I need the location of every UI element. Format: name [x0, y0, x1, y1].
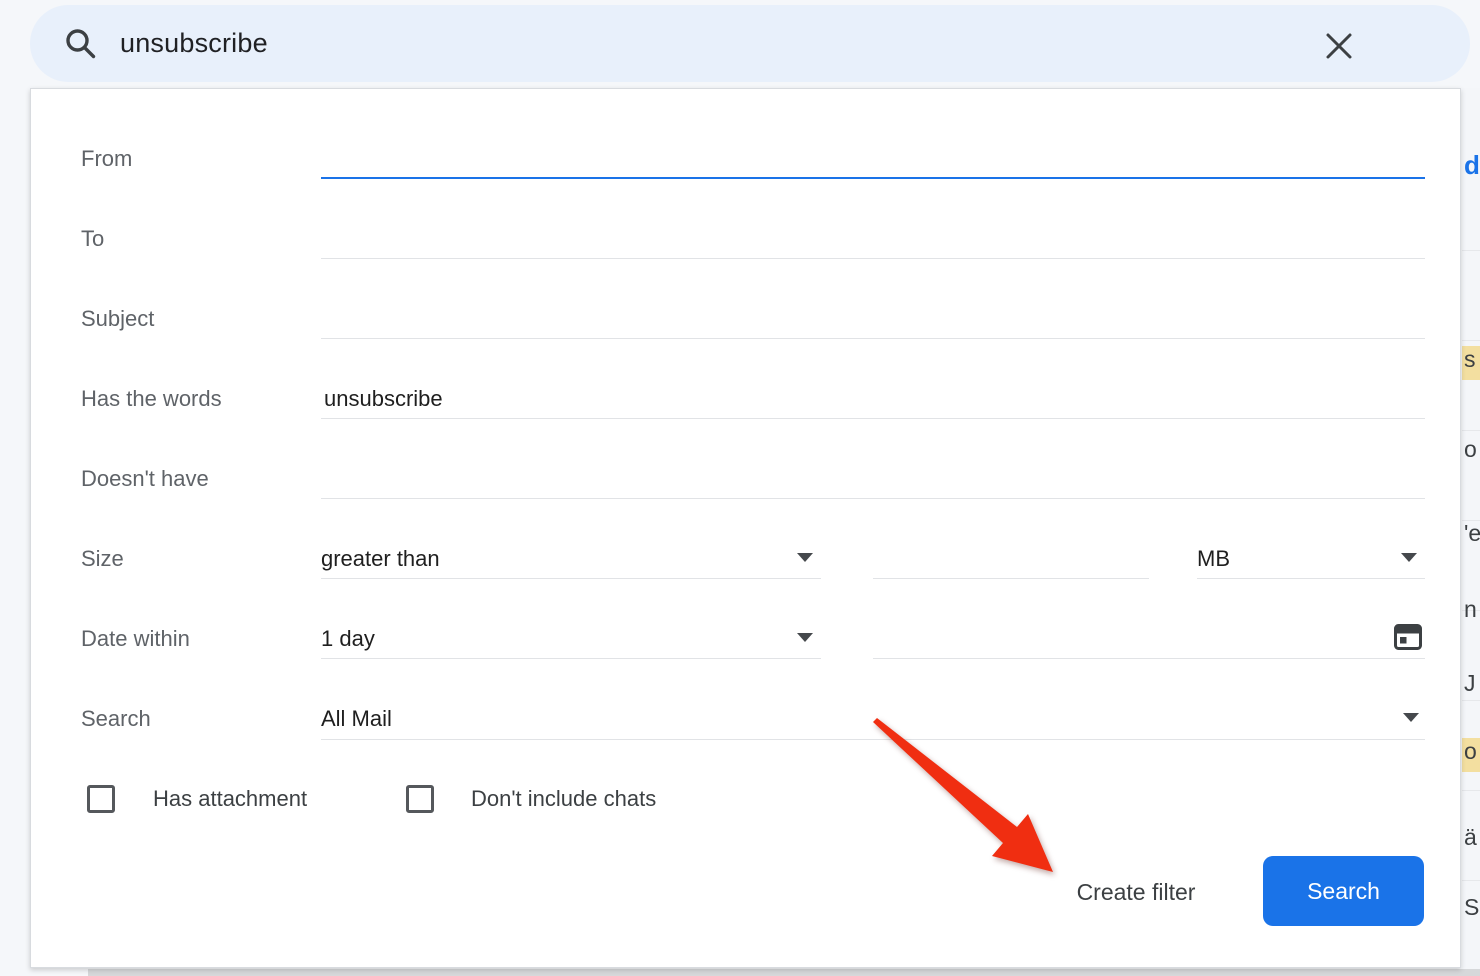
size-unit-value: MB — [1197, 546, 1230, 572]
date-range-underline — [321, 658, 821, 659]
dont-include-chats-checkbox[interactable] — [406, 785, 434, 813]
clipped-text-fragment: ä — [1464, 824, 1477, 851]
has-words-underline — [321, 418, 1425, 419]
subject-label: Subject — [81, 306, 154, 332]
to-label: To — [81, 226, 104, 252]
search-input[interactable]: unsubscribe — [120, 28, 1470, 59]
divider — [1462, 880, 1480, 881]
clipped-text-fragment: o — [1464, 436, 1477, 463]
search-scope-value: All Mail — [321, 706, 392, 732]
clipped-text-fragment: n — [1464, 596, 1477, 623]
subject-underline — [321, 338, 1425, 339]
size-amount-underline — [873, 578, 1149, 579]
from-label: From — [81, 146, 132, 172]
size-comparator-value: greater than — [321, 546, 440, 572]
has-attachment-label[interactable]: Has attachment — [153, 786, 307, 812]
divider — [1462, 790, 1480, 791]
size-comparator-select[interactable]: greater than — [321, 529, 821, 585]
date-range-value: 1 day — [321, 626, 375, 652]
clipped-text-fragment: S — [1464, 894, 1479, 921]
date-input[interactable] — [873, 609, 1425, 665]
search-icon[interactable] — [64, 27, 98, 61]
mail-search-bar[interactable]: unsubscribe — [30, 5, 1470, 82]
clipped-link-text: d — [1464, 150, 1480, 181]
to-underline — [321, 258, 1425, 259]
chevron-down-icon — [1403, 713, 1419, 722]
has-words-label: Has the words — [81, 386, 222, 412]
divider — [1462, 340, 1480, 341]
chevron-down-icon — [797, 633, 813, 642]
window-bottom-edge — [88, 969, 1480, 976]
close-icon[interactable] — [1324, 31, 1354, 61]
chevron-down-icon — [797, 553, 813, 562]
date-within-label: Date within — [81, 626, 190, 652]
doesnt-have-label: Doesn't have — [81, 466, 209, 492]
size-unit-underline — [1197, 578, 1425, 579]
subject-input[interactable] — [321, 289, 1425, 345]
doesnt-have-underline — [321, 498, 1425, 499]
clipped-text-fragment: 'e — [1464, 520, 1480, 547]
date-range-select[interactable]: 1 day — [321, 609, 821, 665]
dont-include-chats-label[interactable]: Don't include chats — [471, 786, 656, 812]
to-input[interactable] — [321, 209, 1425, 265]
size-amount-input[interactable] — [873, 529, 1149, 585]
advanced-search-panel: From To Subject Has the words unsubscrib… — [30, 88, 1461, 968]
size-label: Size — [81, 546, 124, 572]
search-scope-label: Search — [81, 706, 151, 732]
doesnt-have-input[interactable] — [321, 449, 1425, 505]
highlighted-text-fragment: o — [1462, 738, 1480, 772]
clipped-text-fragment: J — [1464, 670, 1476, 697]
size-unit-select[interactable]: MB — [1197, 529, 1425, 585]
has-words-input[interactable]: unsubscribe — [321, 369, 1425, 425]
has-words-value: unsubscribe — [324, 386, 443, 412]
search-scope-underline — [321, 739, 1425, 740]
search-scope-select[interactable]: All Mail — [321, 689, 1425, 745]
has-attachment-checkbox[interactable] — [87, 785, 115, 813]
search-button[interactable]: Search — [1263, 856, 1424, 926]
size-comparator-underline — [321, 578, 821, 579]
divider — [1462, 250, 1480, 251]
highlighted-text-fragment: s — [1462, 346, 1480, 380]
divider — [1462, 700, 1480, 701]
from-underline-focused — [321, 177, 1425, 179]
chevron-down-icon — [1401, 553, 1417, 562]
create-filter-button[interactable]: Create filter — [1046, 875, 1226, 909]
background-email-list-strip: d s o 'e n J o ä S — [1462, 88, 1480, 970]
date-underline — [873, 658, 1425, 659]
divider — [1462, 430, 1480, 431]
calendar-icon[interactable] — [1392, 620, 1424, 652]
